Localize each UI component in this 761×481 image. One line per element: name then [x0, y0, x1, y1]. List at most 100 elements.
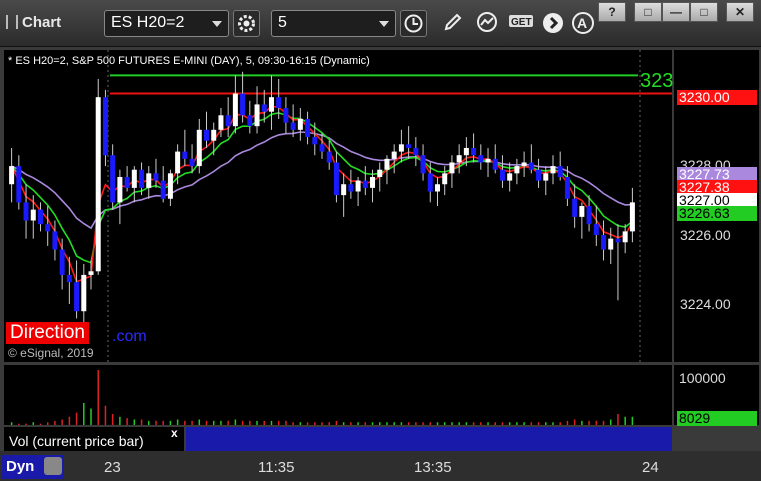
candle-body: [59, 249, 65, 275]
candle-body: [9, 166, 15, 185]
candle-body: [254, 104, 260, 127]
candle-body: [398, 144, 404, 152]
symbol-input[interactable]: ES H20=2: [104, 10, 229, 37]
copyright-text: © eSignal, 2019: [8, 346, 94, 360]
candle-body: [247, 115, 253, 127]
volume-panel[interactable]: [4, 365, 672, 425]
price-chart-svg: [9, 50, 672, 362]
candle-body: [232, 93, 238, 127]
title-bar: Chart ES H20=2 5 GET A ? □ — □ ✕: [0, 0, 761, 47]
ma-green-price-label: 3226.63: [677, 206, 757, 221]
candle-body: [572, 198, 578, 217]
interval-input[interactable]: 5: [271, 10, 396, 37]
direction-logo: Direction: [6, 322, 89, 344]
candle-body: [297, 118, 303, 130]
candle-body: [608, 238, 614, 250]
indicator-label-box[interactable]: Vol (current price bar) x: [4, 426, 184, 453]
lock-icon[interactable]: [44, 457, 62, 475]
candle-body: [290, 122, 296, 130]
settings-gear-button[interactable]: [233, 10, 260, 37]
draw-pencil-button[interactable]: [440, 10, 467, 37]
candle-body: [326, 151, 332, 163]
clock-button[interactable]: [400, 10, 427, 37]
get-data-button[interactable]: GET: [506, 10, 536, 37]
candle-body: [615, 238, 621, 243]
candle-body: [377, 169, 383, 177]
candle-body: [74, 282, 80, 312]
volume-tick: 100000: [679, 370, 726, 386]
candle-body: [261, 104, 267, 112]
candle-body: [514, 166, 520, 174]
gear-icon: [238, 15, 255, 32]
alert-button[interactable]: A: [570, 10, 597, 37]
candle-body: [117, 176, 123, 203]
close-indicator-icon[interactable]: x: [171, 426, 178, 440]
next-button[interactable]: [540, 10, 567, 37]
time-label: 11:35: [258, 459, 295, 476]
candle-body: [528, 162, 534, 170]
chevron-down-icon[interactable]: [379, 21, 389, 27]
time-label: 24: [642, 459, 659, 476]
candle-body: [601, 235, 607, 250]
candle-body: [586, 206, 592, 225]
restore-button[interactable]: □: [634, 2, 662, 22]
candle-body: [225, 115, 231, 127]
candle-body: [102, 97, 108, 156]
chart-header: * ES H20=2, S&P 500 FUTURES E-MINI (DAY)…: [8, 55, 370, 67]
help-button[interactable]: ?: [598, 2, 626, 22]
candle-body: [37, 209, 43, 225]
candle-body: [629, 202, 635, 232]
clock-icon: [404, 14, 423, 33]
candle-body: [88, 271, 94, 275]
dyn-button[interactable]: Dyn: [2, 455, 64, 479]
pencil-icon: [444, 13, 462, 31]
chevron-down-icon[interactable]: [212, 21, 222, 27]
indicator-label: Vol (current price bar): [9, 433, 144, 449]
candle-body: [283, 108, 289, 123]
close-button[interactable]: ✕: [726, 2, 754, 22]
alert-a-icon: A: [572, 12, 594, 34]
get-icon: GET: [509, 15, 533, 28]
candle-body: [196, 129, 202, 167]
candle-body: [16, 166, 22, 203]
volume-chart-svg: [10, 370, 634, 425]
candle-body: [240, 93, 246, 116]
candle-body: [471, 147, 477, 156]
candle-body: [95, 97, 101, 272]
candle-body: [442, 173, 448, 185]
candle-body: [81, 274, 87, 312]
candle-body: [456, 155, 462, 163]
maximize-button[interactable]: □: [690, 2, 718, 22]
candle-body: [139, 169, 145, 188]
candle-body: [305, 118, 311, 138]
indicator-strip: [186, 427, 672, 453]
candle-body: [30, 209, 36, 221]
candle-body: [153, 173, 159, 181]
window-title: Chart: [22, 14, 62, 31]
candle-body: [124, 176, 130, 188]
minimize-button[interactable]: —: [662, 2, 690, 22]
candle-body: [521, 162, 527, 167]
candle-body: [131, 169, 137, 188]
candle-body: [268, 97, 274, 112]
candle-body: [160, 180, 166, 199]
candle-body: [362, 180, 368, 188]
svg-text:GET: GET: [511, 17, 532, 28]
candle-body: [52, 231, 58, 250]
candle-body: [499, 169, 505, 181]
symbol-value: ES H20=2: [111, 14, 185, 31]
study-button[interactable]: [474, 10, 501, 37]
candle-body: [110, 155, 116, 203]
candle-body: [557, 166, 563, 177]
candle-body: [564, 176, 570, 199]
candle-body: [189, 158, 195, 167]
dyn-label: Dyn: [6, 458, 35, 475]
candle-body: [276, 97, 282, 109]
candle-body: [355, 180, 361, 192]
candle-body: [348, 184, 354, 192]
volume-last-label: 8029: [677, 411, 757, 426]
candle-body: [536, 169, 542, 181]
candle-body: [218, 115, 224, 130]
price-chart-panel[interactable]: * ES H20=2, S&P 500 FUTURES E-MINI (DAY)…: [4, 50, 673, 362]
candle-body: [146, 173, 152, 188]
